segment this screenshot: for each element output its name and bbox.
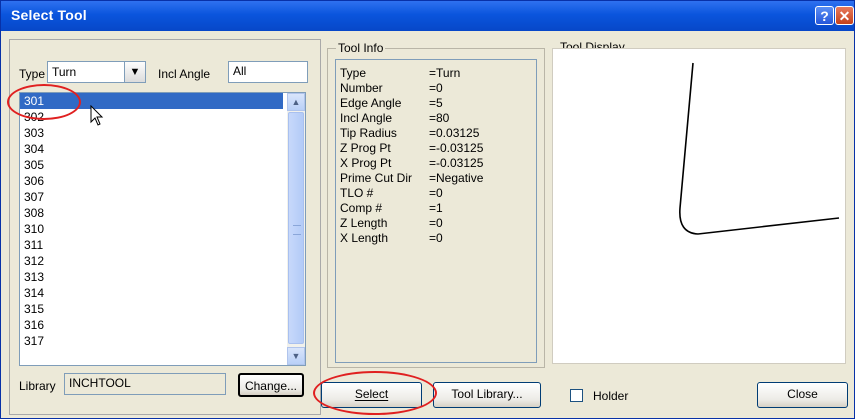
tool-info-prop-name: Edge Angle	[340, 96, 402, 110]
tool-list-item[interactable]: 306	[20, 173, 283, 189]
scroll-down-arrow-icon[interactable]: ▼	[287, 347, 305, 365]
tool-info-prop-value: =Negative	[429, 171, 484, 185]
tool-list-item[interactable]: 311	[20, 237, 283, 253]
tool-info-prop-name: Prime Cut Dir	[340, 171, 413, 185]
highlight-circle-301	[7, 84, 81, 120]
tool-info-prop-name: TLO #	[340, 186, 374, 200]
type-dropdown-value[interactable]: Turn	[47, 61, 125, 83]
library-field: INCHTOOL	[64, 373, 226, 395]
mouse-pointer-icon	[90, 105, 104, 126]
tool-list-item[interactable]: 308	[20, 205, 283, 221]
scroll-thumb[interactable]	[288, 112, 304, 344]
holder-label: Holder	[593, 389, 629, 403]
tool-list-item[interactable]: 307	[20, 189, 283, 205]
tool-info-prop-value: =0	[429, 81, 443, 95]
tool-list-item[interactable]: 303	[20, 125, 283, 141]
close-window-button[interactable]: ✕	[835, 6, 854, 25]
tool-info-box: Type =Turn Number =0 Edge Angle =5 Incl Angle =…	[335, 59, 537, 363]
tool-info-prop-name: Tip Radius	[340, 126, 397, 140]
tool-list-item[interactable]: 305	[20, 157, 283, 173]
tool-info-prop-value: =0	[429, 186, 443, 200]
tool-info-prop-name: Z Prog Pt	[340, 141, 391, 155]
tool-info-legend: Tool Info	[336, 41, 386, 55]
grip-icon	[293, 225, 301, 235]
tool-info-prop-name: Type	[340, 66, 367, 80]
tool-list-item[interactable]: 316	[20, 317, 283, 333]
list-scrollbar[interactable]: ▲ ▼	[287, 93, 305, 365]
incl-angle-label: Incl Angle	[158, 67, 211, 81]
tool-info-prop-name: Z Length	[340, 216, 388, 230]
change-button[interactable]: Change...	[238, 373, 304, 397]
tool-list-item[interactable]: 304	[20, 141, 283, 157]
holder-checkbox[interactable]	[570, 389, 583, 402]
tool-info-prop-value: =5	[429, 96, 443, 110]
tool-info-prop-value: =80	[429, 111, 450, 125]
incl-angle-input[interactable]: All	[228, 61, 308, 83]
tool-info-prop-name: X Length	[340, 231, 389, 245]
tool-listbox[interactable]: 301 302 303 304 305 306 307 308 310 311 312 313 314 3…	[19, 92, 306, 366]
tool-list-item[interactable]: 314	[20, 285, 283, 301]
tool-info-prop-value: =0	[429, 216, 443, 230]
tool-info-prop-name: X Prog Pt	[340, 156, 392, 170]
window-title: Select Tool	[11, 7, 87, 23]
title-bar[interactable]: Select Tool ? ✕	[1, 1, 854, 31]
tool-display-canvas	[552, 48, 846, 364]
type-dropdown[interactable]: Turn ▼	[47, 61, 147, 83]
help-button[interactable]: ?	[815, 6, 834, 25]
tool-list-item[interactable]: 315	[20, 301, 283, 317]
select-tool-dialog: Select Tool ? ✕ Type Turn ▼ Incl Angle A…	[0, 0, 855, 419]
tool-info-prop-value: =0.03125	[429, 126, 480, 140]
tool-list-item[interactable]: 317	[20, 333, 283, 349]
tool-info-prop-name: Incl Angle	[340, 111, 393, 125]
tool-list-item[interactable]: 313	[20, 269, 283, 285]
tool-info-prop-value: =-0.03125	[429, 156, 484, 170]
tool-info-prop-value: =1	[429, 201, 443, 215]
tool-list-item[interactable]: 312	[20, 253, 283, 269]
tool-profile-drawing	[679, 62, 840, 235]
tool-list-items: 301 302 303 304 305 306 307 308 310 311 312 313 314 3…	[20, 93, 283, 349]
tool-info-prop-value: =Turn	[429, 66, 461, 80]
tool-info-prop-name: Number	[340, 81, 383, 95]
scroll-up-arrow-icon[interactable]: ▲	[287, 93, 305, 111]
tool-profile-path	[679, 62, 840, 235]
tool-library-button[interactable]: Tool Library...	[433, 382, 541, 408]
tool-info-prop-value: =-0.03125	[429, 141, 484, 155]
tool-info-prop-name: Comp #	[340, 201, 383, 215]
chevron-down-icon[interactable]: ▼	[124, 61, 146, 83]
type-label: Type	[19, 67, 46, 81]
library-label: Library	[19, 379, 56, 393]
tool-info-prop-value: =0	[429, 231, 443, 245]
tool-list-item[interactable]: 310	[20, 221, 283, 237]
highlight-circle-select	[313, 371, 437, 415]
close-button[interactable]: Close	[757, 382, 848, 408]
